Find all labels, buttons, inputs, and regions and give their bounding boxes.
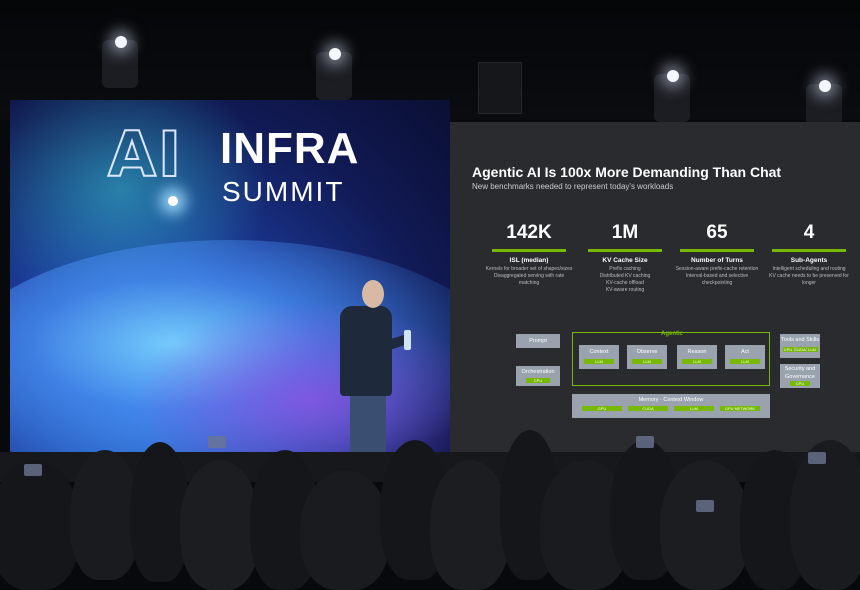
logo-summit-text: SUMMIT (222, 176, 345, 207)
audience-member (180, 460, 260, 590)
diagram-step-observe: Observe LLM (627, 345, 667, 369)
logo-ai-text: AI (107, 117, 184, 192)
stat-desc: KV-aware routing (605, 287, 645, 293)
stat-value: 1M (611, 222, 639, 243)
stat-label: Number of Turns (691, 257, 743, 264)
memory-label: Memory · Context Window (638, 397, 704, 403)
stat-desc: Session-aware prefix-cache retention (675, 266, 759, 272)
presenter-head (362, 280, 384, 308)
stat-desc: KV cache needs to be preserved for longe… (769, 273, 849, 286)
step-tag: LLM (730, 359, 760, 364)
step-label: Act (741, 349, 749, 355)
audience (0, 430, 860, 590)
step-label: Reason (687, 349, 707, 355)
phone-screen (808, 452, 826, 464)
stat-desc: Prefix caching (609, 266, 641, 272)
box-tag: LLM (806, 347, 818, 352)
stat-label: KV Cache Size (602, 257, 648, 264)
speaker-cabinet (478, 62, 522, 114)
step-tag: LLM (584, 359, 614, 364)
stage-light (102, 36, 138, 88)
logo-glow (168, 196, 178, 206)
stat-value: 65 (706, 222, 728, 243)
stat-desc: KV-cache offload (606, 280, 644, 286)
stat-underline (492, 249, 566, 252)
stat-underline (772, 249, 846, 252)
agentic-label: Agentic (661, 331, 684, 337)
diagram-orchestration-box: Orchestration CPU (516, 366, 560, 386)
stage-light (316, 48, 352, 100)
diagram-agentic-group: Agentic Context LLM Observe LLM Reason L… (572, 331, 770, 386)
stage-light (654, 70, 690, 122)
slide-title: Agentic AI Is 100x More Demanding Than C… (472, 164, 782, 180)
stat-turns: 65 Number of Turns Session-aware prefix-… (672, 222, 762, 287)
stat-desc: Kernels for broader set of shapes/sizes (485, 266, 573, 272)
stat-desc: Interval-based and selective checkpointi… (685, 273, 749, 286)
phone-screen (208, 436, 226, 448)
box-tag: CUDA (794, 347, 806, 352)
memory-tag: GPU (582, 406, 622, 411)
diagram-security-box: Security and Governance CPU (780, 364, 820, 388)
box-label: Orchestration (521, 369, 555, 375)
diagram-step-act: Act LLM (725, 345, 765, 369)
diagram-step-context: Context LLM (579, 345, 619, 369)
box-tag: CPU (782, 347, 794, 352)
diagram-step-reason: Reason LLM (677, 345, 717, 369)
box-tag: CPU (790, 381, 810, 386)
step-label: Context (589, 349, 609, 355)
stat-label: ISL (median) (509, 257, 549, 264)
step-tag: LLM (632, 359, 662, 364)
audience-member (430, 460, 510, 590)
step-label: Observe (636, 349, 658, 355)
audience-member (300, 470, 390, 590)
slide-subtitle: New benchmarks needed to represent today… (472, 182, 674, 191)
stat-desc: Disaggregated serving with rate matching (493, 273, 565, 286)
diagram-prompt-box: Prompt (516, 334, 560, 348)
box-tag: CPU (526, 378, 550, 383)
stat-kv-cache: 1M KV Cache Size Prefix caching Distribu… (580, 222, 670, 294)
audience-member (0, 460, 80, 590)
stat-subagents: 4 Sub-Agents Intelligent scheduling and … (764, 222, 854, 287)
diagram-tools-box: Tools and Skills CPU CUDA LLM (780, 334, 820, 358)
slide-screen: Agentic AI Is 100x More Demanding Than C… (450, 122, 860, 452)
stat-underline (680, 249, 754, 252)
stat-value: 142K (506, 222, 552, 243)
stat-isl: 142K ISL (median) Kernels for broader se… (484, 222, 574, 287)
stat-desc: Intelligent scheduling and routing (772, 266, 846, 272)
stat-underline (588, 249, 662, 252)
memory-tag: LLM (674, 406, 714, 411)
water-bottle (404, 330, 411, 350)
memory-tag: GPU NETWORK (720, 406, 760, 411)
stat-desc: Distributed KV caching (599, 273, 651, 279)
memory-tag: CUDA (628, 406, 668, 411)
phone-screen (696, 500, 714, 512)
phone-screen (636, 436, 654, 448)
step-tag: LLM (682, 359, 712, 364)
box-label: Security and Governance (784, 366, 816, 380)
stat-label: Sub-Agents (790, 257, 828, 264)
phone-screen (24, 464, 42, 476)
audience-member (660, 460, 750, 590)
diagram-memory-bar: Memory · Context Window GPU CUDA LLM GPU… (572, 394, 770, 418)
box-label: Tools and Skills (781, 337, 819, 343)
stat-value: 4 (803, 222, 815, 243)
logo-infra-text: INFRA (220, 124, 360, 173)
